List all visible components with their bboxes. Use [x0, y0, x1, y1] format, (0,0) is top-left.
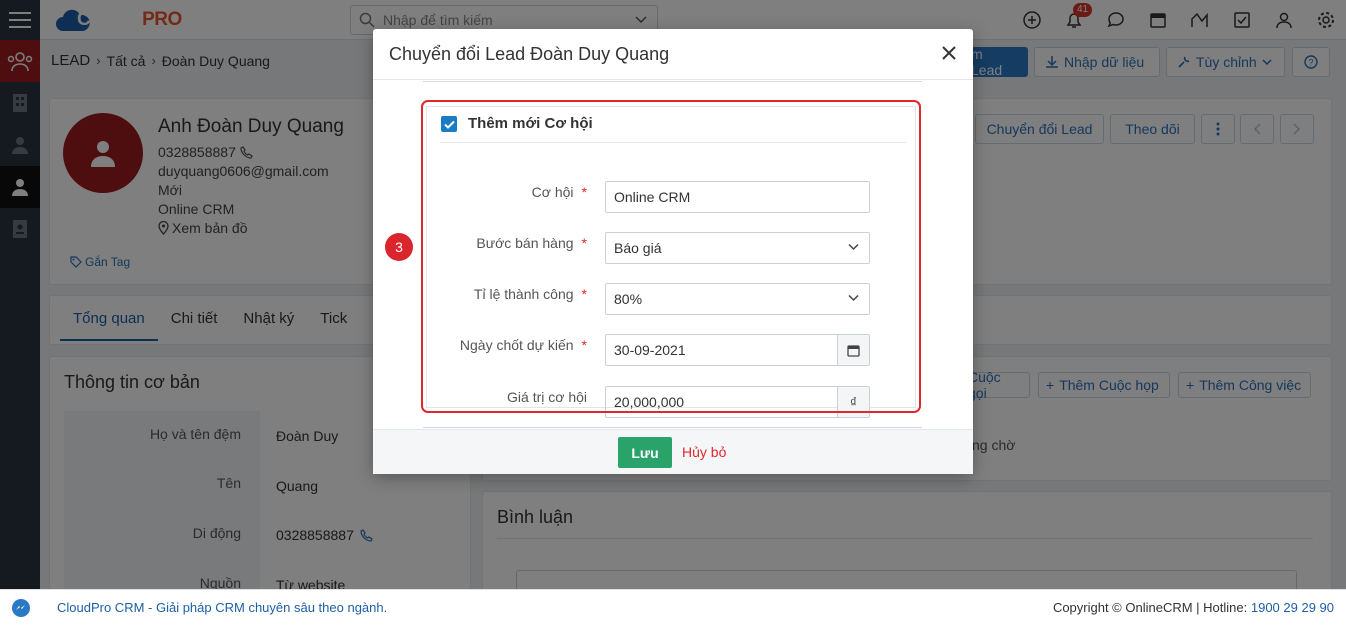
- save-button[interactable]: Lưu: [618, 437, 672, 468]
- modal-footer: Lưu Hủy bỏ: [373, 429, 973, 474]
- highlight-frame: [421, 100, 921, 413]
- step-marker: 3: [385, 233, 413, 261]
- previous-section-edge: [423, 80, 922, 82]
- footer-tagline: CloudPro CRM - Giải pháp CRM chuyên sâu …: [57, 600, 388, 615]
- cancel-button[interactable]: Hủy bỏ: [682, 444, 726, 460]
- footer: CloudPro CRM - Giải pháp CRM chuyên sâu …: [0, 589, 1346, 625]
- hotline-link[interactable]: 1900 29 29 90: [1251, 600, 1334, 615]
- modal-title: Chuyển đổi Lead Đoàn Duy Quang: [389, 44, 670, 64]
- close-icon[interactable]: [939, 43, 959, 63]
- footer-copyright: Copyright © OnlineCRM | Hotline: 1900 29…: [1052, 600, 1334, 615]
- messenger-icon[interactable]: [11, 598, 31, 618]
- convert-lead-modal: Chuyển đổi Lead Đoàn Duy Quang Thêm mới …: [373, 29, 973, 474]
